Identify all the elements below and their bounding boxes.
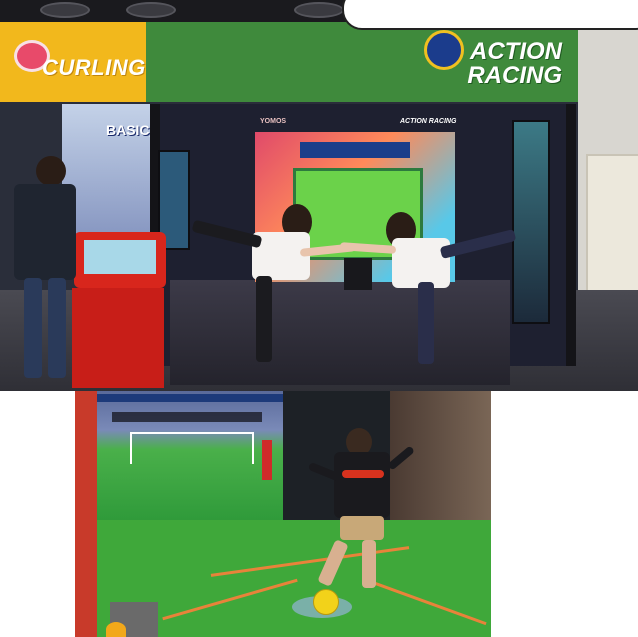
player-two-standing-leg: [418, 282, 434, 364]
game-logo: ACTION RACING: [400, 118, 457, 125]
game-hud: [300, 142, 410, 158]
player-one-standing-leg: [256, 276, 272, 362]
ceiling-light: [40, 2, 90, 18]
spectator-head: [36, 156, 66, 186]
spare-ball: [106, 622, 126, 637]
soccer-on-screen-notice: [112, 412, 262, 422]
headline-banner: [342, 0, 638, 30]
red-wall: [75, 391, 97, 637]
action-racing-line2: RACING: [467, 62, 562, 89]
kicker-shorts: [340, 516, 384, 540]
ceiling-light: [126, 2, 176, 18]
sensor-stand: [344, 258, 372, 290]
spectator-leg: [24, 278, 42, 378]
goalkeeper: [262, 440, 272, 480]
player-two-shirt: [392, 238, 450, 288]
spectator-jacket: [14, 184, 76, 280]
spectator-leg: [48, 278, 66, 378]
booth-side-panel-right: [512, 120, 550, 324]
soccer-ball-icon: [313, 589, 339, 615]
vendor-logo: YOMOS: [260, 118, 287, 125]
kicker-jacket: [334, 452, 390, 518]
soccer-goal: [130, 432, 254, 464]
action-racing-sign-label: ACTION RACING: [452, 40, 562, 88]
kicker-jacket-stripe: [342, 470, 384, 478]
soccer-ad-board: [97, 394, 283, 402]
door: [586, 154, 638, 302]
kicker-standing-leg: [362, 540, 376, 588]
booth-floor: [170, 280, 510, 385]
kiosk-body: [72, 288, 164, 388]
kiosk-screen: [84, 240, 156, 274]
action-racing-line1: ACTION: [470, 38, 562, 65]
ceiling-light: [294, 2, 344, 18]
curling-sign-label: CURLING: [42, 55, 146, 80]
